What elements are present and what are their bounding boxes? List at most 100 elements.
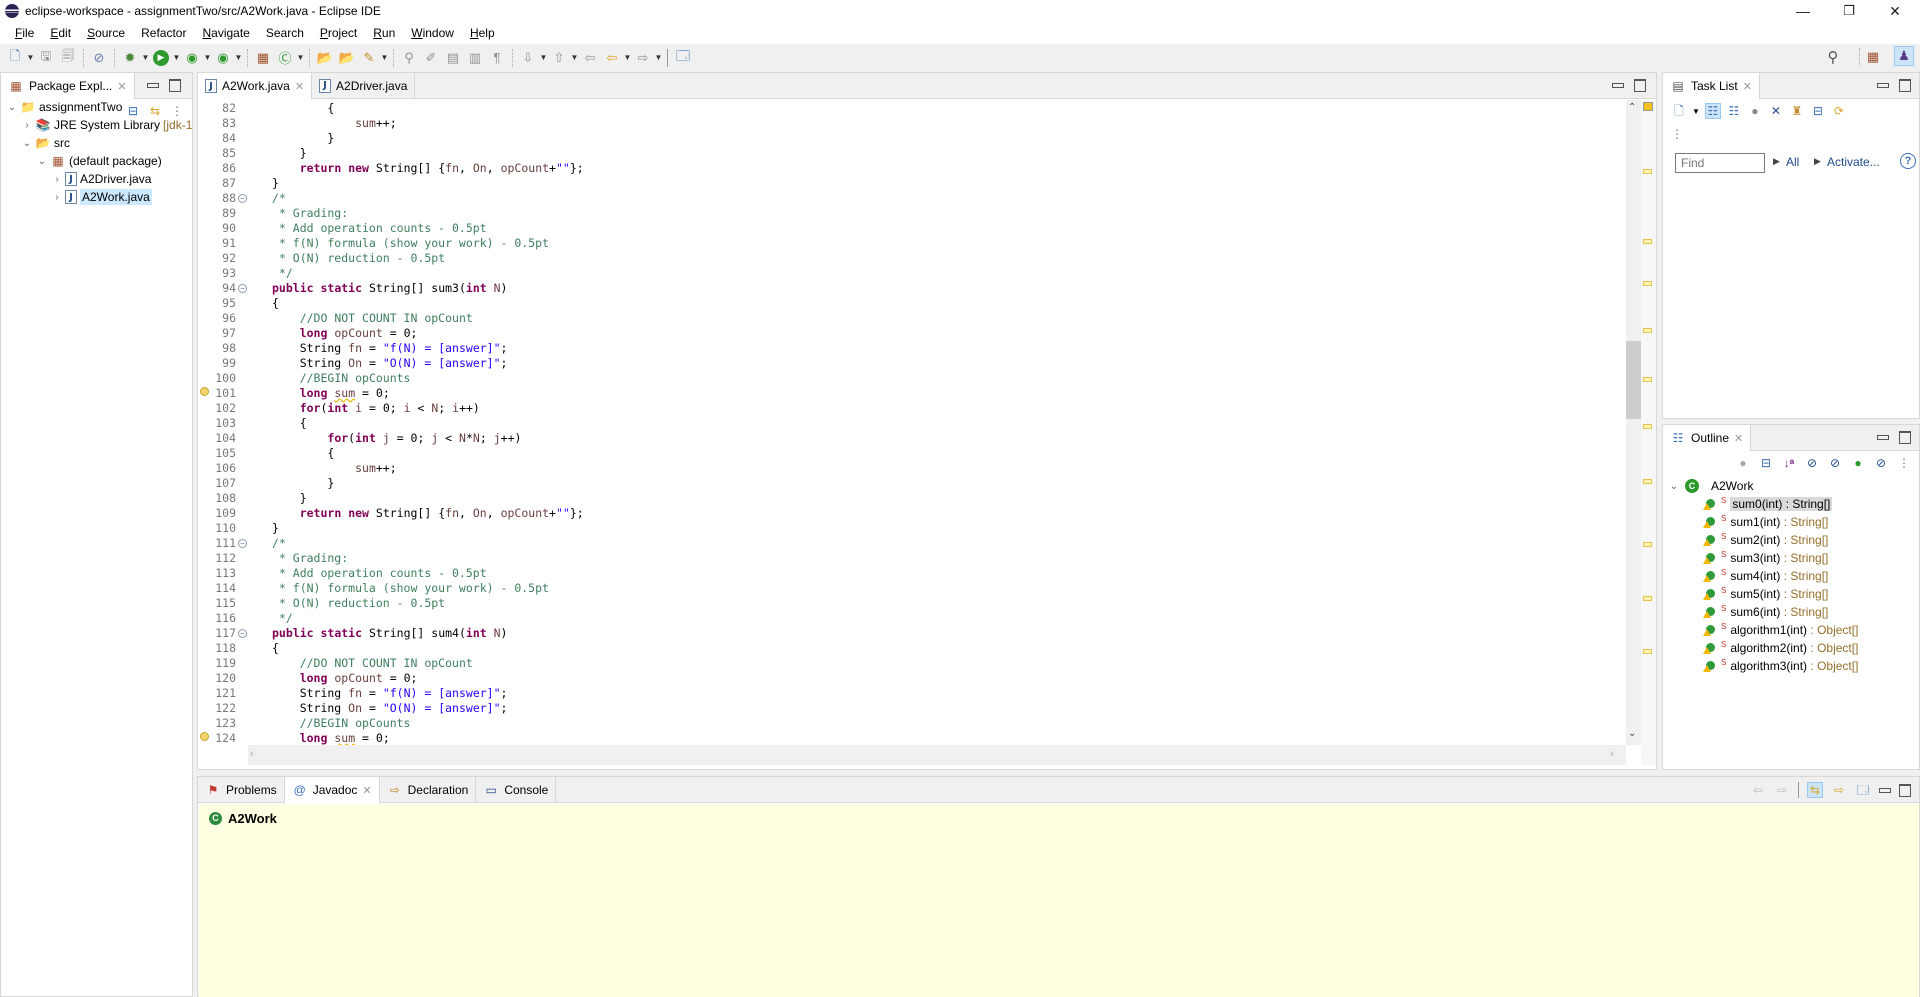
outline-item[interactable]: Ssum0(int) : String[]	[1703, 495, 1833, 513]
forward-dropdown[interactable]: ▼	[654, 53, 663, 62]
tree-item[interactable]: › 📚 JRE System Library [jdk-1	[22, 116, 192, 134]
new-package-icon[interactable]: ▦	[253, 48, 273, 68]
fold-toggle-icon[interactable]: −	[238, 629, 247, 638]
search-dropdown[interactable]: ▼	[380, 53, 389, 62]
warning-marker[interactable]	[1643, 169, 1652, 175]
minimize-button[interactable]: —	[1780, 0, 1826, 22]
tab-a2work-java[interactable]: J A2Work.java ✕	[198, 73, 313, 99]
chevron-right-icon[interactable]: ›	[52, 192, 62, 203]
tab-problems[interactable]: ⚑ Problems	[198, 777, 285, 802]
focus-workweek-icon[interactable]: ●	[1747, 103, 1763, 119]
coverage-icon[interactable]: ◉	[182, 48, 202, 68]
close-button[interactable]: ✕	[1872, 0, 1918, 22]
outline-item[interactable]: Salgorithm2(int) : Object[]	[1703, 639, 1858, 657]
menu-edit[interactable]: Edit	[42, 26, 79, 40]
task-find-input[interactable]	[1675, 153, 1765, 173]
search-icon[interactable]: ⚲	[1823, 47, 1843, 67]
back-icon[interactable]: ⇦	[602, 48, 622, 68]
maximize-view-button[interactable]	[169, 78, 181, 92]
chevron-right-icon[interactable]: ›	[22, 120, 32, 131]
coverage-dropdown[interactable]: ▼	[203, 53, 212, 62]
view-menu-icon[interactable]: ⋮	[1896, 455, 1912, 471]
close-icon[interactable]: ✕	[362, 784, 371, 797]
close-icon[interactable]: ✕	[117, 80, 126, 93]
toggle-annotation-icon[interactable]: ⚲	[399, 48, 419, 68]
pin-editor-icon[interactable]: 🗔	[673, 48, 693, 68]
horizontal-scrollbar[interactable]: ‹ ›	[248, 745, 1626, 765]
maximize-view-button[interactable]	[1899, 78, 1911, 92]
prev-annotation-dropdown[interactable]: ▼	[570, 53, 579, 62]
outline-root[interactable]: ⌄ C A2Work	[1669, 477, 1753, 495]
open-perspective-icon[interactable]: ▦	[1863, 47, 1883, 67]
minimize-view-button[interactable]	[1877, 78, 1889, 92]
close-icon[interactable]: ✕	[1743, 80, 1752, 93]
forward-icon[interactable]: ⇨	[633, 48, 653, 68]
minimize-view-button[interactable]	[147, 78, 159, 92]
warning-marker[interactable]	[1643, 281, 1652, 286]
mark-occurrences-icon[interactable]: ✐	[421, 48, 441, 68]
search-icon[interactable]: ✎	[359, 48, 379, 68]
save-all-icon[interactable]: 🗐	[58, 48, 78, 68]
new-class-icon[interactable]: Ⓒ	[275, 48, 295, 68]
collapse-all-icon[interactable]: ⊟	[1758, 455, 1774, 471]
back-dropdown[interactable]: ▼	[623, 53, 632, 62]
code-area[interactable]: { sum++; } } return new String[] {fn, On…	[272, 100, 1622, 745]
activate-link[interactable]: Activate...	[1827, 155, 1880, 169]
debug-dropdown[interactable]: ▼	[141, 53, 150, 62]
run-dropdown[interactable]: ▼	[172, 53, 181, 62]
chevron-down-icon[interactable]: ⌄	[7, 102, 17, 113]
debug-icon[interactable]: ✹	[120, 48, 140, 68]
minimize-view-button[interactable]	[1879, 783, 1891, 797]
menu-run[interactable]: Run	[365, 26, 403, 40]
new-dropdown[interactable]: ▼	[26, 53, 35, 62]
tab-javadoc[interactable]: @ Javadoc ✕	[284, 777, 380, 803]
menu-refactor[interactable]: Refactor	[133, 26, 194, 40]
tree-item[interactable]: › J A2Work.java	[52, 188, 152, 206]
show-whitespace-icon[interactable]: ¶	[487, 48, 507, 68]
scroll-down-icon[interactable]: ⌄	[1628, 728, 1636, 739]
outline-item[interactable]: Ssum4(int) : String[]	[1703, 567, 1828, 585]
chevron-right-icon[interactable]: ›	[52, 174, 62, 185]
maximize-view-button[interactable]	[1899, 430, 1911, 444]
fold-toggle-icon[interactable]: −	[238, 539, 247, 548]
menu-search[interactable]: Search	[258, 26, 312, 40]
warning-marker[interactable]	[1643, 239, 1652, 245]
java-perspective-icon[interactable]: ♟	[1894, 46, 1914, 66]
external-tools-icon[interactable]: ◉	[213, 48, 233, 68]
open-type-icon[interactable]: 📂	[315, 48, 335, 68]
tree-item[interactable]: ⌄ ▦ (default package)	[37, 152, 162, 170]
outline-item[interactable]: Ssum1(int) : String[]	[1703, 513, 1828, 531]
tab-outline[interactable]: ☷ Outline ✕	[1663, 425, 1752, 451]
maximize-view-button[interactable]	[1899, 783, 1911, 797]
new-task-icon[interactable]: 🗋	[1671, 103, 1687, 119]
next-annotation-icon[interactable]: ⇩	[518, 48, 538, 68]
prev-annotation-icon[interactable]: ⇧	[549, 48, 569, 68]
minimize-view-button[interactable]	[1877, 430, 1889, 444]
warning-marker[interactable]	[1643, 648, 1652, 654]
help-icon[interactable]: ?	[1900, 153, 1916, 169]
warning-lightbulb-icon[interactable]	[200, 732, 212, 744]
chevron-down-icon[interactable]: ⌄	[37, 156, 47, 167]
skip-breakpoints-icon[interactable]: ⊘	[89, 48, 109, 68]
back-icon[interactable]: ⇦	[1750, 782, 1766, 798]
tree-item[interactable]: › J A2Driver.java	[52, 170, 151, 188]
menu-project[interactable]: Project	[312, 26, 365, 40]
scrollbar-thumb[interactable]	[1626, 340, 1641, 419]
close-icon[interactable]: ✕	[295, 80, 304, 93]
outline-item[interactable]: Ssum2(int) : String[]	[1703, 531, 1828, 549]
new-class-dropdown[interactable]: ▼	[296, 53, 305, 62]
link-with-selection-icon[interactable]: ⇆	[1807, 782, 1823, 798]
tab-task-list[interactable]: ▤ Task List ✕	[1663, 73, 1760, 99]
open-input-icon[interactable]: ⇨	[1831, 782, 1847, 798]
menu-window[interactable]: Window	[403, 26, 462, 40]
hide-static-icon[interactable]: ⊘	[1827, 455, 1843, 471]
last-edit-icon[interactable]: ⇦	[580, 48, 600, 68]
warning-marker[interactable]	[1643, 478, 1652, 484]
collapse-all-icon[interactable]: ⊟	[1810, 103, 1826, 119]
forward-icon[interactable]: ⇨	[1774, 782, 1790, 798]
sort-icon[interactable]: ↓ᵃ	[1781, 455, 1797, 471]
tab-a2driver-java[interactable]: J A2Driver.java	[312, 73, 416, 98]
focus-on-task-icon[interactable]: ●	[1735, 455, 1751, 471]
run-icon[interactable]: ▶	[151, 48, 171, 68]
warning-marker[interactable]	[1643, 595, 1652, 601]
